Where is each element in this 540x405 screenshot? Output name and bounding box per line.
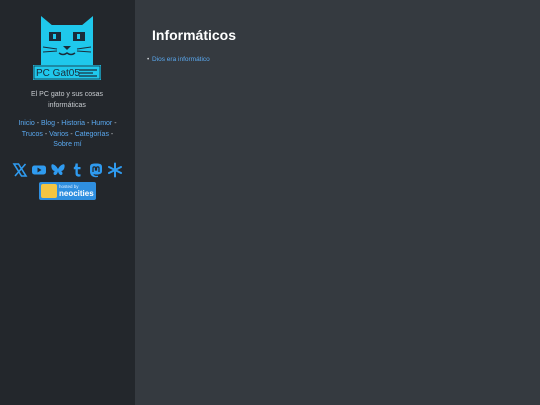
- nav-link-historia[interactable]: Historia: [61, 120, 85, 127]
- article-link[interactable]: Dios era informático: [152, 56, 210, 63]
- bullet-icon: •: [147, 56, 150, 63]
- nav-link-humor[interactable]: Humor: [91, 120, 112, 127]
- badge-big-text: neocities: [59, 189, 94, 198]
- logo-text: PC Gat05: [36, 68, 80, 79]
- nav-separator: -: [108, 130, 114, 138]
- bluesky-icon[interactable]: [50, 162, 66, 178]
- nav-link-inicio[interactable]: Inicio: [18, 120, 34, 127]
- neocities-cat-icon: [41, 184, 57, 198]
- tumblr-icon[interactable]: [69, 162, 85, 178]
- x-icon[interactable]: [12, 162, 28, 178]
- sidebar: PC Gat05 El PC gato y sus cosas informát…: [0, 0, 135, 405]
- nav-link-trucos[interactable]: Trucos: [22, 131, 43, 138]
- nav-link-blog[interactable]: Blog: [41, 120, 55, 127]
- page-title: Informáticos: [152, 27, 237, 43]
- social-links: [12, 162, 123, 178]
- mastodon-icon[interactable]: [88, 162, 104, 178]
- site-tagline: El PC gato y sus cosas informáticas: [31, 91, 103, 109]
- nav-link-categorias[interactable]: Categorías: [75, 131, 109, 138]
- article-list: • Dios era informático: [147, 56, 210, 63]
- pc-gato-logo[interactable]: PC Gat05: [33, 16, 101, 82]
- nav-separator: -: [112, 120, 117, 127]
- nav-link-sobre-mi[interactable]: Sobre mí: [53, 141, 81, 148]
- list-item: • Dios era informático: [147, 56, 210, 63]
- main-content: Informáticos • Dios era informático: [135, 0, 540, 405]
- asterisk-icon[interactable]: [107, 162, 123, 178]
- youtube-icon[interactable]: [31, 162, 47, 178]
- nav-link-varios[interactable]: Varios: [49, 131, 68, 138]
- sidebar-nav: Inicio - Blog - Historia - Humor - Truco…: [12, 119, 123, 151]
- neocities-badge[interactable]: hosted by neocities: [39, 182, 96, 200]
